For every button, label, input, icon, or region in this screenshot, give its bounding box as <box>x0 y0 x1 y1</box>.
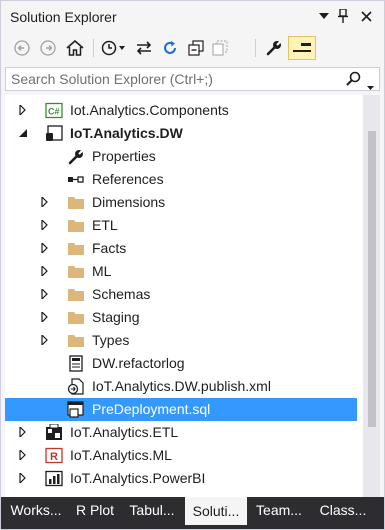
folder-icon <box>68 335 84 347</box>
sql-script-icon <box>67 401 84 418</box>
folder-icon <box>68 243 84 255</box>
database-project-icon <box>46 125 63 141</box>
publish-profile-icon <box>67 378 84 395</box>
csharp-project-icon: C# <box>45 102 63 119</box>
window-title: Solution Explorer <box>10 9 117 25</box>
r-project-icon: R <box>45 447 63 464</box>
refresh-icon[interactable] <box>159 36 181 60</box>
pin-icon[interactable] <box>334 7 352 25</box>
home-icon[interactable] <box>63 36 87 60</box>
properties-wrench-icon[interactable] <box>263 36 285 60</box>
refactorlog-file-icon <box>69 355 83 372</box>
folder-icon <box>68 266 84 278</box>
tab-r-plot[interactable]: R Plot <box>69 497 121 523</box>
tab-tabular[interactable]: Tabul... <box>123 497 181 523</box>
collapse-arrow-icon[interactable] <box>18 128 28 138</box>
expand-arrow-icon[interactable] <box>40 335 50 345</box>
sync-with-active-document-icon[interactable] <box>133 36 155 60</box>
wrench-icon <box>68 149 84 165</box>
tree-item-iot-analytics-etl[interactable]: IoT.Analytics.ETL <box>5 421 357 444</box>
solution-explorer-window: Solution Explorer Search Solution Explor… <box>0 0 385 530</box>
solution-tree: C# Iot.Analytics.Components IoT.Analytic… <box>5 95 380 497</box>
expand-arrow-icon[interactable] <box>18 450 28 460</box>
expand-arrow-icon[interactable] <box>40 289 50 299</box>
expand-arrow-icon[interactable] <box>18 105 28 115</box>
folder-icon <box>68 197 84 209</box>
search-input[interactable] <box>6 68 336 90</box>
tree-item-properties[interactable]: Properties <box>5 145 357 168</box>
tab-class-view[interactable]: Class... <box>312 497 374 523</box>
tree-item-publish-xml[interactable]: IoT.Analytics.DW.publish.xml <box>5 375 357 398</box>
close-icon[interactable] <box>357 7 375 25</box>
expand-arrow-icon[interactable] <box>40 197 50 207</box>
tab-workspaces[interactable]: Works... <box>5 497 67 523</box>
svg-text:R: R <box>50 451 58 463</box>
tree-item-iot-analytics-powerbi[interactable]: IoT.Analytics.PowerBI <box>5 467 357 490</box>
tree-item-iot-analytics-dw[interactable]: IoT.Analytics.DW <box>5 122 357 145</box>
tree-item-references[interactable]: References <box>5 168 357 191</box>
tree-item-dw-refactorlog[interactable]: DW.refactorlog <box>5 352 357 375</box>
toolbar <box>1 31 384 65</box>
tree-item-folder-schemas[interactable]: Schemas <box>5 283 357 306</box>
folder-icon <box>68 312 84 324</box>
search-box <box>5 67 380 91</box>
tree-item-iot-analytics-ml[interactable]: R IoT.Analytics.ML <box>5 444 357 467</box>
show-all-files-icon[interactable] <box>209 36 231 60</box>
tree-item-iot-analytics-components[interactable]: C# Iot.Analytics.Components <box>5 99 357 122</box>
window-position-dropdown-icon[interactable] <box>315 7 333 25</box>
tree-item-folder-facts[interactable]: Facts <box>5 237 357 260</box>
references-icon <box>68 176 84 183</box>
search-options-dropdown-icon[interactable] <box>367 77 374 93</box>
bottom-tab-strip: Works... R Plot Tabul... Soluti... Team.… <box>1 497 384 529</box>
collapse-all-icon[interactable] <box>185 36 207 60</box>
vertical-scrollbar[interactable] <box>363 95 380 497</box>
expand-arrow-icon[interactable] <box>18 427 28 437</box>
svg-text:C#: C# <box>48 107 60 117</box>
search-icon[interactable] <box>345 71 361 90</box>
expand-arrow-icon[interactable] <box>40 266 50 276</box>
powerbi-project-icon <box>45 470 63 487</box>
folder-icon <box>68 220 84 232</box>
tree-item-folder-etl[interactable]: ETL <box>5 214 357 237</box>
tab-solution-explorer[interactable]: Soluti... <box>185 497 247 525</box>
tree-item-folder-types[interactable]: Types <box>5 329 357 352</box>
tree-item-folder-staging[interactable]: Staging <box>5 306 357 329</box>
expand-arrow-icon[interactable] <box>40 243 50 253</box>
scrollbar-thumb[interactable] <box>368 131 376 427</box>
tree-item-predeployment-sql[interactable]: PreDeployment.sql <box>5 398 357 421</box>
integration-services-project-icon <box>46 424 62 440</box>
preview-selected-items-icon[interactable] <box>288 36 316 60</box>
expand-arrow-icon[interactable] <box>18 473 28 483</box>
expand-arrow-icon[interactable] <box>40 220 50 230</box>
folder-icon <box>68 289 84 301</box>
title-bar: Solution Explorer <box>1 1 384 31</box>
back-icon[interactable] <box>11 36 33 60</box>
forward-icon[interactable] <box>37 36 59 60</box>
tree-item-folder-ml[interactable]: ML <box>5 260 357 283</box>
expand-arrow-icon[interactable] <box>40 312 50 322</box>
pending-changes-filter-icon[interactable] <box>99 36 129 60</box>
tab-team-explorer[interactable]: Team... <box>250 497 308 523</box>
tree-item-folder-dimensions[interactable]: Dimensions <box>5 191 357 214</box>
